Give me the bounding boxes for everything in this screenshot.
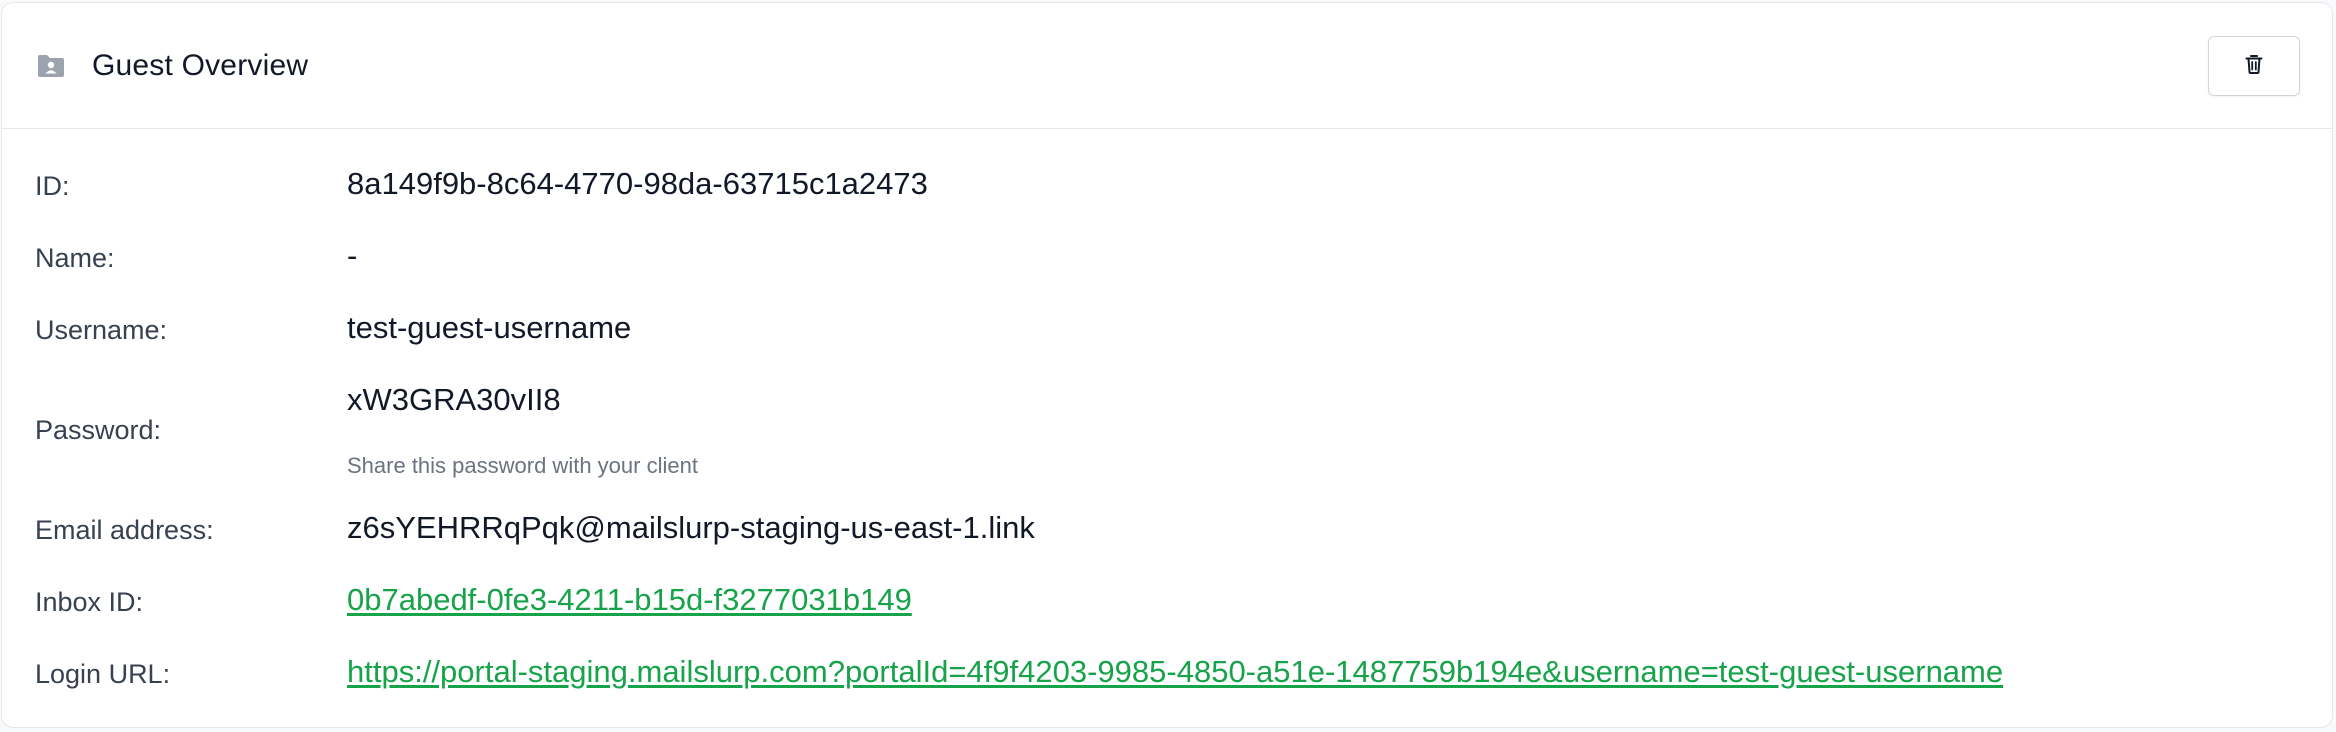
login-url-label: Login URL:: [35, 659, 171, 689]
login-url-link[interactable]: https://portal-staging.mailslurp.com?por…: [347, 654, 2003, 690]
delete-button[interactable]: [2208, 35, 2300, 96]
name-value: -: [347, 238, 358, 273]
username-label: Username:: [35, 315, 168, 345]
trash-icon: [2245, 54, 2263, 77]
page-title: Guest Overview: [92, 48, 309, 82]
folder-user-icon: [36, 51, 66, 81]
inbox-id-label: Inbox ID:: [35, 587, 144, 617]
id-label: ID:: [35, 171, 70, 201]
card-header: Guest Overview: [2, 3, 2332, 129]
inbox-id-link[interactable]: 0b7abedf-0fe3-4211-b15d-f3277031b149: [347, 582, 912, 618]
header-left: Guest Overview: [36, 49, 308, 83]
guest-overview-card: Guest Overview ID: 8a149f9b-8c64-4770-98…: [1, 2, 2333, 728]
name-label: Name:: [35, 243, 115, 273]
id-value: 8a149f9b-8c64-4770-98da-63715c1a2473: [347, 166, 928, 201]
password-label: Password:: [35, 415, 162, 445]
username-value: test-guest-username: [347, 310, 632, 345]
password-hint: Share this password with your client: [347, 453, 698, 478]
email-value: z6sYEHRRqPqk@mailslurp-staging-us-east-1…: [347, 510, 1035, 545]
password-value: xW3GRA30vII8: [347, 382, 561, 417]
email-label: Email address:: [35, 515, 214, 545]
